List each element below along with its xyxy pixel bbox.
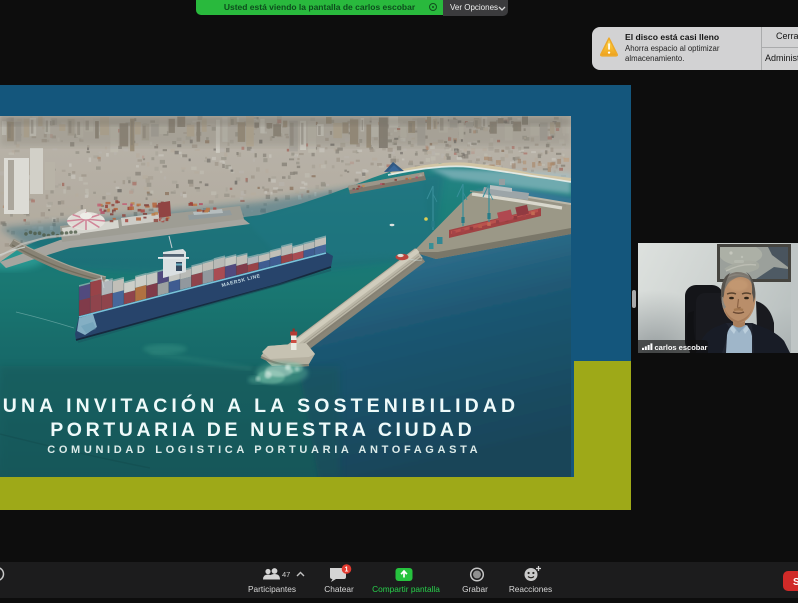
svg-text:Participantes: Participantes (248, 584, 296, 594)
svg-text:1: 1 (345, 567, 349, 574)
svg-text:S: S (793, 577, 798, 588)
svg-text:Compartir pantalla: Compartir pantalla (372, 584, 440, 594)
svg-text:Reacciones: Reacciones (509, 584, 552, 594)
svg-text:carlos escobar: carlos escobar (655, 343, 708, 352)
svg-text:Chatear: Chatear (324, 584, 354, 594)
svg-text:Grabar: Grabar (462, 584, 488, 594)
svg-text:47: 47 (282, 570, 290, 579)
